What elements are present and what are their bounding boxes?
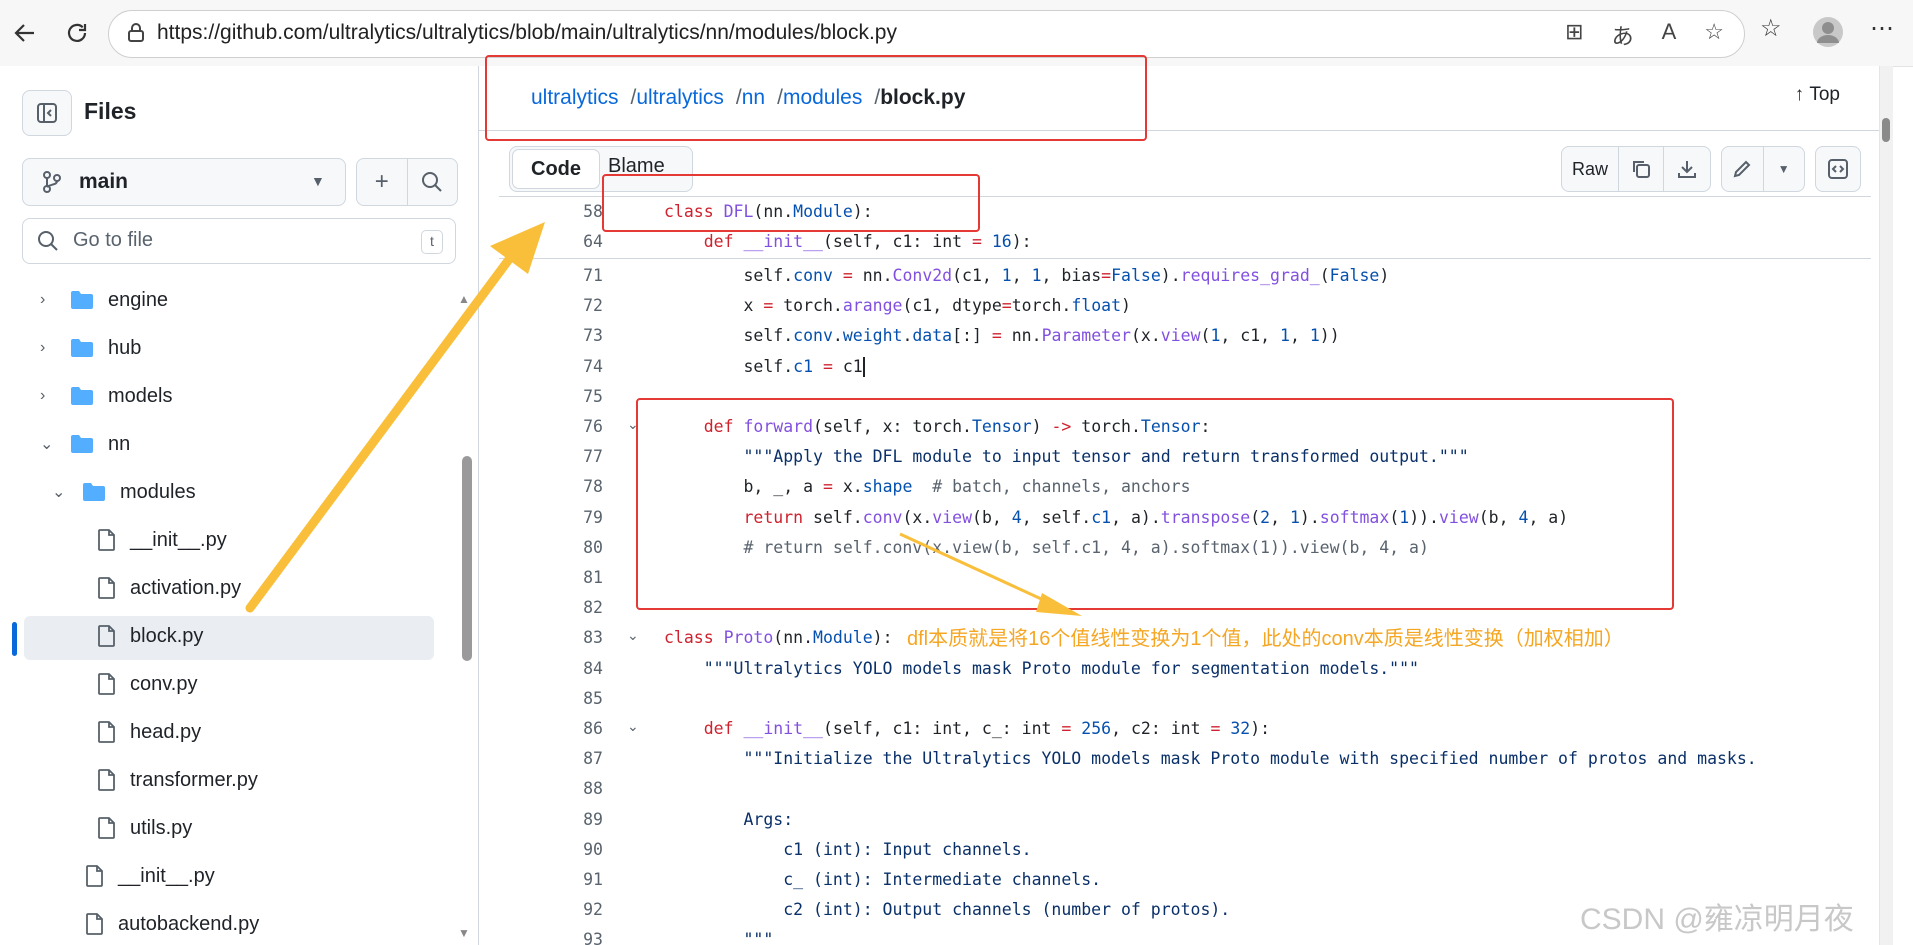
- watermark: CSDN @雍凉明月夜: [1580, 903, 1854, 936]
- annotation-note: dfl本质就是将16个值线性变换为1个值，此处的conv本质是线性变换（加权相加…: [907, 628, 1624, 650]
- annotation-arrows: [245, 222, 1082, 616]
